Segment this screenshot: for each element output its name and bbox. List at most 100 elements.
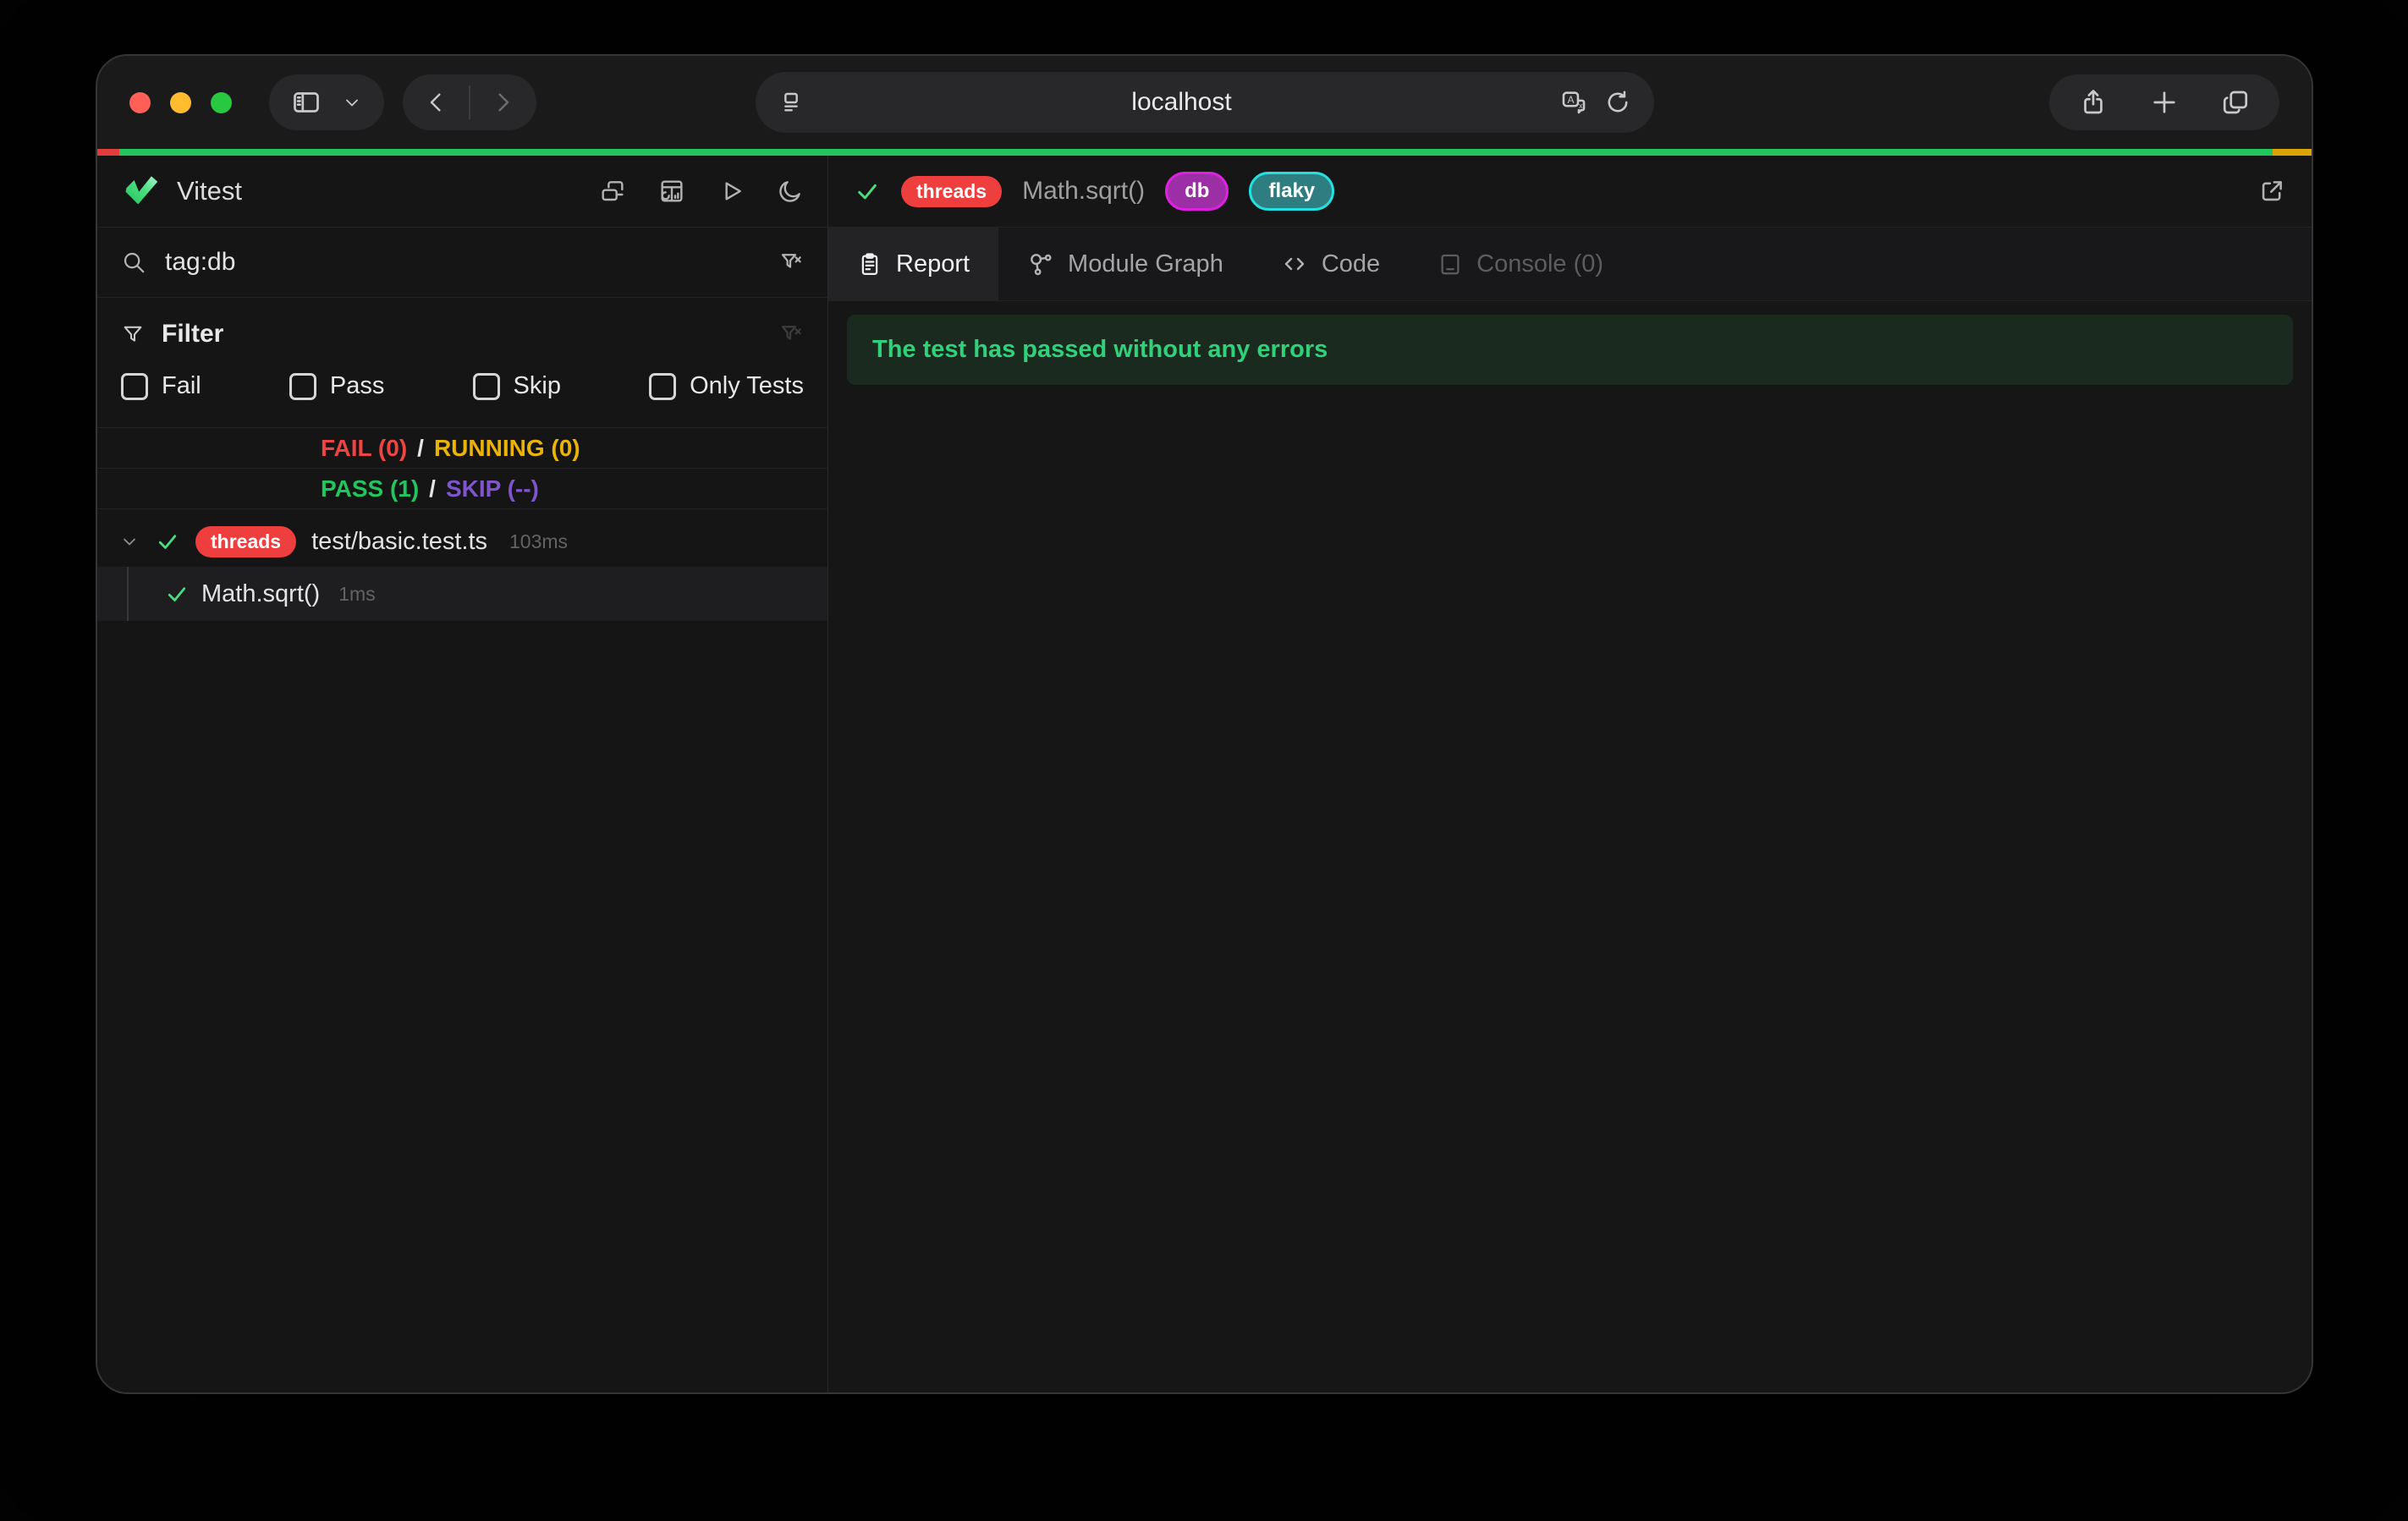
forward-icon[interactable] [489, 89, 516, 116]
detail-tabs: Report Module Graph [828, 228, 2312, 301]
check-pass-icon [164, 581, 190, 607]
checkbox-fail[interactable] [121, 373, 148, 400]
reader-icon[interactable] [778, 89, 805, 116]
test-file-row[interactable]: threads test/basic.test.ts 103ms [97, 516, 827, 567]
address-bar[interactable]: A x [756, 72, 1654, 133]
summary-separator: / [417, 435, 424, 462]
clear-search-filter-icon[interactable] [778, 250, 804, 275]
tab-report-label: Report [896, 250, 970, 278]
filter-option-only-tests[interactable]: Only Tests [649, 372, 804, 400]
tab-module-graph[interactable]: Module Graph [998, 228, 1252, 300]
tab-console-label: Console (0) [1476, 250, 1603, 278]
history-nav-group [403, 74, 536, 130]
share-icon[interactable] [2078, 87, 2108, 118]
tab-module-graph-label: Module Graph [1068, 250, 1223, 278]
tab-code-label: Code [1322, 250, 1380, 278]
browser-titlebar: A x [97, 56, 2312, 149]
tabs-overview-icon[interactable] [2220, 87, 2251, 118]
filter-option-skip[interactable]: Skip [473, 372, 561, 400]
nav-divider [469, 85, 470, 119]
test-case-duration: 1ms [338, 583, 375, 606]
app-body: Vitest [97, 156, 2312, 1392]
filter-option-pass[interactable]: Pass [289, 372, 384, 400]
report-content: The test has passed without any errors [828, 301, 2312, 1392]
minimize-window-button[interactable] [170, 92, 191, 113]
tab-code[interactable]: Code [1252, 228, 1409, 300]
check-pass-icon [854, 178, 881, 205]
tag-flaky: flaky [1249, 172, 1334, 211]
detail-header: threads Math.sqrt() db flaky [828, 156, 2312, 228]
report-clipboard-icon [857, 251, 882, 277]
collapse-panels-icon[interactable] [599, 178, 626, 205]
url-input[interactable] [820, 87, 1544, 118]
checkbox-skip[interactable] [473, 373, 500, 400]
filter-option-fail[interactable]: Fail [121, 372, 201, 400]
test-file-duration: 103ms [509, 530, 568, 553]
checkbox-skip-label: Skip [514, 372, 561, 400]
progress-pass-segment [119, 149, 2273, 156]
pool-badge: threads [195, 526, 296, 557]
chevron-down-icon[interactable] [119, 531, 140, 552]
test-case-name: Math.sqrt() [201, 580, 320, 608]
success-banner: The test has passed without any errors [847, 315, 2293, 385]
back-icon[interactable] [423, 89, 450, 116]
filter-options: Fail Pass Skip Only Tests [97, 349, 827, 422]
progress-pending-segment [2273, 149, 2312, 156]
summary-fail-count: FAIL (0) [321, 435, 407, 462]
code-icon [1281, 250, 1308, 277]
test-progress-bar [97, 149, 2312, 156]
tab-report[interactable]: Report [828, 228, 998, 300]
sidebar-header: Vitest [97, 156, 827, 227]
tree-indent-guide [127, 567, 129, 621]
test-case-row-selected[interactable]: Math.sqrt() 1ms [97, 567, 827, 621]
search-icon [121, 250, 146, 275]
new-tab-plus-icon[interactable] [2149, 87, 2180, 118]
checkbox-fail-label: Fail [162, 372, 201, 400]
test-tree: threads test/basic.test.ts 103ms Math.sq… [97, 516, 827, 621]
open-external-icon[interactable] [2257, 177, 2286, 206]
sidebar: Vitest [97, 156, 828, 1392]
sidebar-header-actions [599, 178, 804, 205]
svg-text:x: x [1579, 102, 1583, 110]
tab-console[interactable]: Console (0) [1409, 228, 1632, 300]
console-icon [1438, 251, 1463, 277]
dark-mode-icon[interactable] [777, 178, 804, 205]
summary-running-count: RUNNING (0) [434, 435, 580, 462]
summary-row-1: FAIL (0) / RUNNING (0) [97, 427, 827, 468]
reload-icon[interactable] [1603, 88, 1632, 117]
checkbox-only-tests[interactable] [649, 373, 676, 400]
detail-test-name: Math.sqrt() [1022, 177, 1145, 206]
run-summary: FAIL (0) / RUNNING (0) PASS (1) / SKIP (… [97, 427, 827, 509]
browser-window: A x [96, 54, 2313, 1394]
checkbox-pass[interactable] [289, 373, 316, 400]
pool-badge: threads [901, 176, 1002, 207]
clear-filter-disabled-icon[interactable] [778, 321, 804, 347]
filter-header: Filter [97, 298, 827, 349]
detail-panel: threads Math.sqrt() db flaky [828, 156, 2312, 1392]
module-graph-icon [1027, 250, 1054, 277]
check-pass-icon [155, 529, 180, 554]
test-file-name: test/basic.test.ts [311, 528, 487, 556]
traffic-lights [129, 92, 232, 113]
zoom-window-button[interactable] [211, 92, 232, 113]
vitest-logo-icon [121, 170, 160, 213]
checkbox-only-tests-label: Only Tests [690, 372, 804, 400]
search-input[interactable] [163, 247, 761, 277]
summary-skip-count: SKIP (--) [446, 475, 539, 502]
tag-db: db [1165, 172, 1229, 211]
app-title: Vitest [177, 176, 242, 206]
filter-funnel-icon [121, 322, 145, 346]
progress-fail-segment [97, 149, 119, 156]
translate-icon[interactable]: A x [1559, 88, 1588, 117]
toolbar-actions-group [2049, 74, 2279, 130]
summary-pass-count: PASS (1) [321, 475, 419, 502]
sidebar-chevron-down-icon[interactable] [342, 92, 362, 113]
sidebar-toggle-group [269, 74, 384, 130]
checkbox-pass-label: Pass [330, 372, 384, 400]
close-window-button[interactable] [129, 92, 151, 113]
sidebar-toggle-icon[interactable] [291, 87, 322, 118]
summary-separator: / [429, 475, 436, 502]
run-all-icon[interactable] [717, 178, 745, 205]
svg-text:A: A [1567, 94, 1574, 106]
dashboard-icon[interactable] [658, 178, 685, 205]
